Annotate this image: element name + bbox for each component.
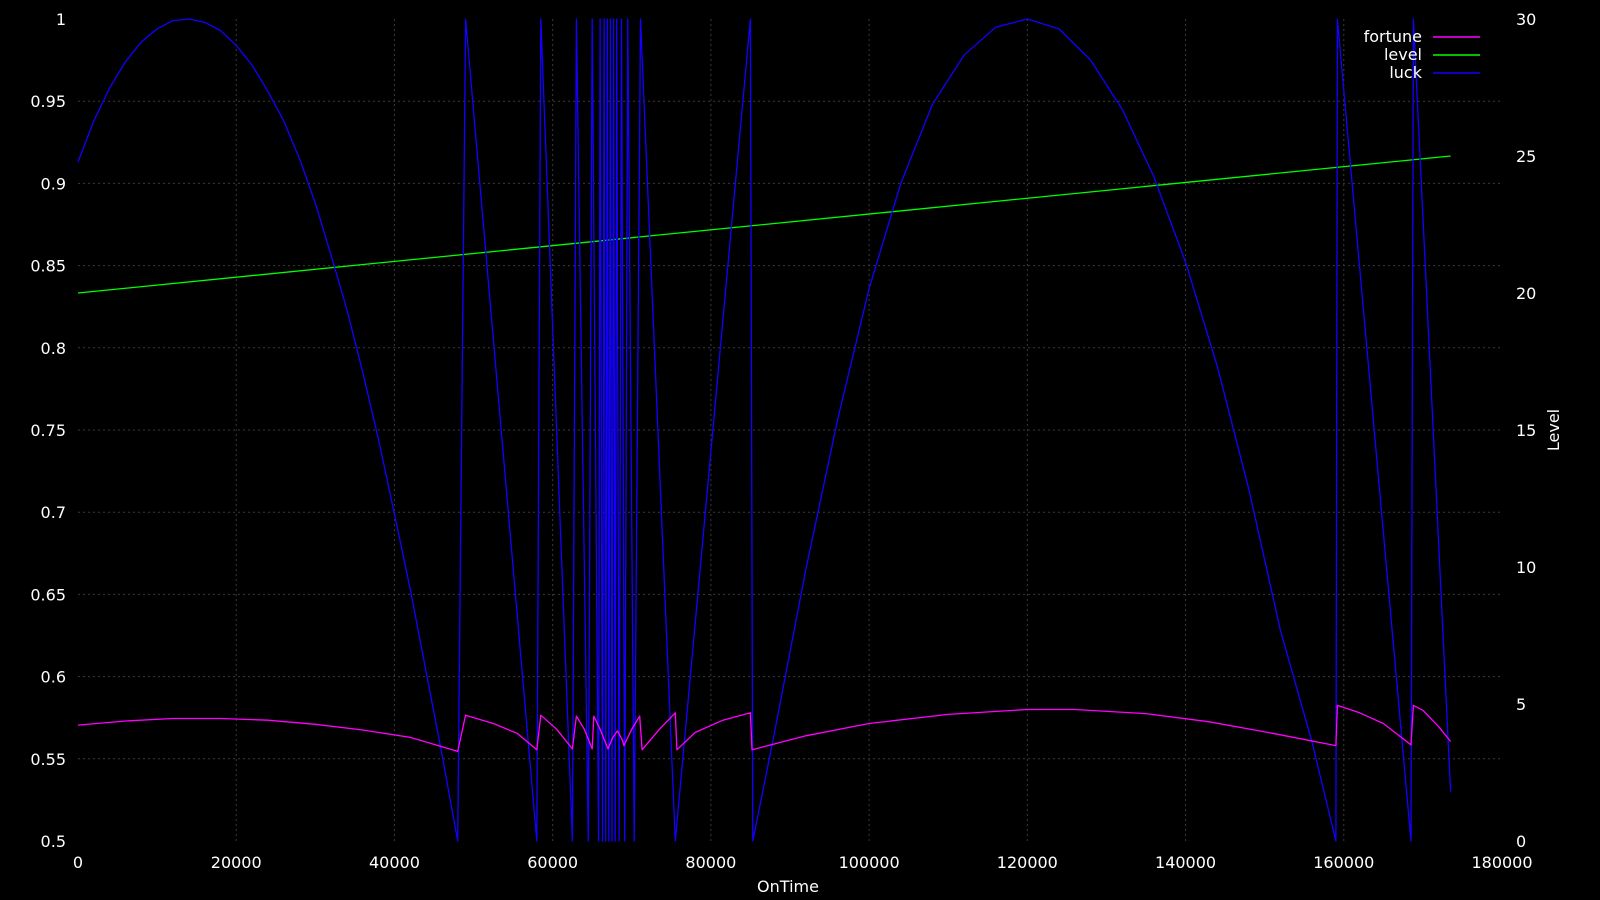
y-tick-label: 0.55 xyxy=(30,750,66,769)
y2-tick-label: 20 xyxy=(1516,284,1536,303)
x-tick-label: 100000 xyxy=(839,853,900,872)
y2-tick-label: 25 xyxy=(1516,147,1536,166)
y-tick-label: 1 xyxy=(56,10,66,29)
x-tick-label: 180000 xyxy=(1471,853,1532,872)
y2-tick-label: 10 xyxy=(1516,558,1536,577)
legend-label-level: level xyxy=(1384,45,1422,64)
x-tick-label: 140000 xyxy=(1155,853,1216,872)
x-tick-label: 60000 xyxy=(527,853,578,872)
x-axis-title: OnTime xyxy=(757,877,819,896)
y-tick-label: 0.5 xyxy=(41,832,66,851)
y2-tick-label: 30 xyxy=(1516,10,1536,29)
y-tick-label: 0.75 xyxy=(30,421,66,440)
y-tick-label: 0.65 xyxy=(30,585,66,604)
x-tick-label: 80000 xyxy=(685,853,736,872)
x-tick-label: 20000 xyxy=(211,853,262,872)
y-tick-label: 0.7 xyxy=(41,503,66,522)
chart-canvas: 0 20000 40000 60000 80000 100000 120000 140000 1… xyxy=(0,0,1600,900)
y2-tick-label: 0 xyxy=(1516,832,1526,851)
y-tick-label: 0.6 xyxy=(41,668,66,687)
x-tick-label: 160000 xyxy=(1313,853,1374,872)
y-tick-label: 0.9 xyxy=(41,174,66,193)
x-tick-label: 40000 xyxy=(369,853,420,872)
y-tick-label: 0.8 xyxy=(41,339,66,358)
y2-tick-label: 5 xyxy=(1516,695,1526,714)
y-tick-label: 0.85 xyxy=(30,257,66,276)
y2-axis-title: Level xyxy=(1544,409,1563,451)
legend-label-fortune: fortune xyxy=(1364,27,1422,46)
x-tick-label: 0 xyxy=(73,853,83,872)
y-tick-label: 0.95 xyxy=(30,92,66,111)
chart-background xyxy=(0,0,1600,900)
x-tick-label: 120000 xyxy=(997,853,1058,872)
y2-tick-label: 15 xyxy=(1516,421,1536,440)
legend-label-luck: luck xyxy=(1389,63,1422,82)
